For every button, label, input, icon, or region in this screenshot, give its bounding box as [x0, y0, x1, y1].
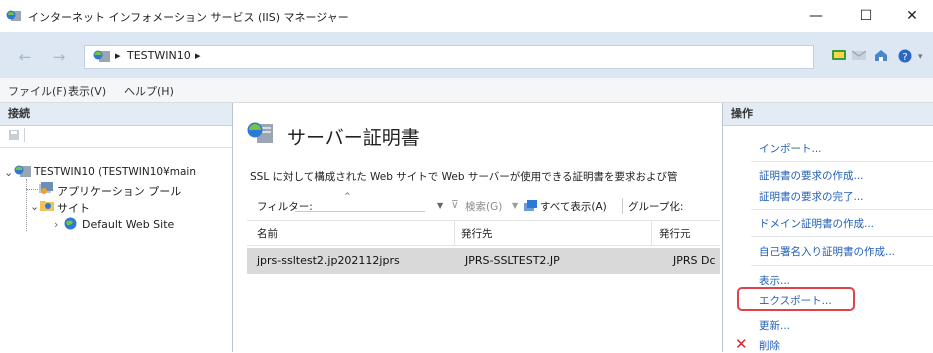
- chevron-down-icon[interactable]: ⌄: [30, 200, 39, 213]
- menu-help[interactable]: ヘルプ(H): [124, 83, 174, 99]
- column-header-issued-to[interactable]: 発行先: [461, 226, 493, 241]
- close-button[interactable]: ✕: [892, 4, 932, 28]
- connections-toolbar: [0, 125, 232, 148]
- search-button[interactable]: 検索(G): [465, 199, 502, 214]
- menu-view[interactable]: 表示(V): [68, 83, 106, 99]
- tree-app-pools[interactable]: アプリケーション プール: [57, 183, 181, 199]
- forward-button[interactable]: →: [48, 48, 70, 66]
- chevron-down-icon[interactable]: ⌄: [4, 166, 13, 179]
- cell-name: jprs-ssltest2.jp202112jprs: [257, 254, 400, 267]
- column-divider[interactable]: [651, 221, 652, 245]
- action-divider: [751, 209, 933, 210]
- app-pool-icon: [38, 181, 54, 198]
- action-renew[interactable]: 更新...: [759, 318, 790, 333]
- show-all-button[interactable]: すべて表示(A): [540, 199, 607, 214]
- show-all-icon: [524, 199, 538, 215]
- action-divider: [751, 236, 933, 237]
- tree-guide-line: [26, 189, 38, 191]
- server-icon: [93, 50, 111, 66]
- minimize-button[interactable]: —: [796, 4, 836, 28]
- action-divider: [751, 265, 933, 266]
- column-header-issued-by[interactable]: 発行元: [659, 226, 691, 241]
- tree-default-web-site[interactable]: Default Web Site: [82, 218, 174, 231]
- cell-issued-by: JPRS Dc: [673, 254, 716, 267]
- sites-folder-icon: [40, 199, 54, 214]
- cell-issued-to: JPRS-SSLTEST2.JP: [465, 254, 560, 267]
- action-divider: [751, 161, 933, 162]
- search-dropdown-chevron-icon[interactable]: ▼: [512, 201, 518, 210]
- window-title: インターネット インフォメーション サービス (IIS) マネージャー: [28, 11, 349, 24]
- title-bar: インターネット インフォメーション サービス (IIS) マネージャー — ☐ …: [0, 0, 933, 32]
- address-bar: ← → ▸ TESTWIN10 ▸ ? ▾: [0, 32, 933, 79]
- mail-icon[interactable]: [851, 49, 867, 64]
- tree-server-node[interactable]: TESTWIN10 (TESTWIN10¥main: [34, 166, 196, 178]
- server-node-icon: [14, 164, 32, 181]
- breadcrumb-separator: ▸: [115, 49, 121, 62]
- toolbar-divider: [622, 198, 623, 214]
- help-dropdown-chevron-icon[interactable]: ▾: [918, 52, 923, 62]
- table-row[interactable]: jprs-ssltest2.jp202112jprs JPRS-SSLTEST2…: [247, 248, 720, 274]
- svg-text:?: ?: [902, 52, 907, 63]
- breadcrumb-server[interactable]: TESTWIN10: [127, 49, 191, 62]
- filter-dropdown-chevron-icon[interactable]: ▼: [437, 201, 443, 210]
- server-certificates-icon: [247, 121, 275, 148]
- page-description: SSL に対して構成された Web サイトで Web サーバーが使用できる証明書…: [250, 171, 678, 183]
- page-title: サーバー証明書: [287, 127, 420, 149]
- export-highlight-box: [737, 287, 855, 311]
- menu-bar: ファイル(F) 表示(V) ヘルプ(H): [0, 78, 933, 103]
- search-filter-icon[interactable]: ⊽: [451, 199, 459, 211]
- filter-bar: フィルター: ⌃ ▼ ⊽ 検索(G) ▼ すべて表示(A) グループ化:: [247, 191, 720, 219]
- tree-sites[interactable]: サイト: [57, 200, 90, 216]
- group-by-label: グループ化:: [628, 201, 684, 213]
- chevron-right-icon[interactable]: ›: [54, 218, 58, 231]
- column-header-name[interactable]: 名前: [257, 226, 278, 241]
- toolbar-divider: [24, 128, 25, 142]
- actions-pane: 操作 インポート... 証明書の要求の作成... 証明書の要求の完了... ドメ…: [722, 103, 933, 353]
- save-connection-icon[interactable]: [8, 129, 20, 144]
- connections-pane: 接続 ⌄ TESTWIN10 (TESTWIN10¥main アプリケーション …: [0, 103, 233, 352]
- server-certificates-pane: サーバー証明書 SSL に対して構成された Web サイトで Web サーバーが…: [233, 103, 720, 352]
- home-icon[interactable]: [874, 49, 888, 65]
- delete-icon[interactable]: ✕: [735, 335, 748, 353]
- column-divider[interactable]: [454, 221, 455, 245]
- action-delete[interactable]: 削除: [759, 338, 780, 353]
- actions-header: 操作: [723, 103, 933, 126]
- connections-header: 接続: [0, 103, 232, 126]
- column-header-row: 名前 発行先 発行元: [247, 220, 720, 246]
- action-create-domain-certificate[interactable]: ドメイン証明書の作成...: [759, 216, 874, 231]
- globe-icon: [64, 217, 77, 233]
- action-create-self-signed-certificate[interactable]: 自己署名入り証明書の作成...: [759, 244, 895, 259]
- action-import[interactable]: インポート...: [759, 141, 822, 156]
- iis-app-icon: [6, 9, 22, 26]
- help-icon[interactable]: ?: [898, 49, 912, 66]
- connect-icon[interactable]: [832, 49, 846, 64]
- filter-input[interactable]: [295, 211, 425, 212]
- action-view[interactable]: 表示...: [759, 273, 790, 288]
- tree-guide-line: [26, 179, 28, 231]
- address-path-box[interactable]: ▸ TESTWIN10 ▸: [84, 45, 814, 69]
- clear-filter-icon[interactable]: ⌃: [343, 191, 352, 203]
- menu-file[interactable]: ファイル(F): [8, 83, 67, 99]
- action-complete-certificate-request[interactable]: 証明書の要求の完了...: [759, 189, 864, 204]
- maximize-button[interactable]: ☐: [846, 4, 886, 28]
- back-button[interactable]: ←: [14, 48, 36, 66]
- action-create-certificate-request[interactable]: 証明書の要求の作成...: [759, 168, 864, 183]
- breadcrumb-separator[interactable]: ▸: [195, 49, 201, 62]
